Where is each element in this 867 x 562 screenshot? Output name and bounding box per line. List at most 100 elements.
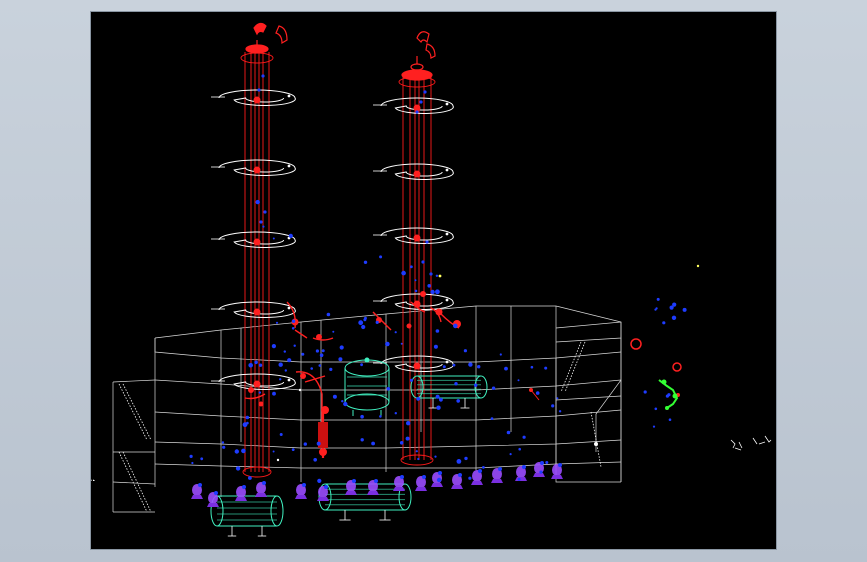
instrument-dot bbox=[259, 220, 263, 224]
small-text-markers bbox=[730, 435, 772, 451]
cad-viewport[interactable]: ·· ······ bbox=[91, 12, 776, 549]
tower-1-base bbox=[242, 466, 272, 478]
instrument-dot bbox=[490, 417, 494, 420]
instrument-dot bbox=[321, 349, 325, 353]
instrument-dot bbox=[415, 450, 418, 453]
instrument-dot bbox=[506, 430, 511, 435]
spiral-platform-t2-4 bbox=[373, 293, 454, 310]
instrument-dot bbox=[442, 365, 446, 369]
instrument-dot bbox=[504, 366, 508, 371]
instrument-dot bbox=[343, 401, 348, 407]
instrument-dot bbox=[341, 400, 344, 403]
pump-6 bbox=[317, 485, 329, 501]
pump-5 bbox=[295, 483, 307, 499]
instrument-dot bbox=[257, 88, 261, 92]
instrument-dot bbox=[400, 342, 403, 345]
instrument-dot bbox=[261, 74, 265, 78]
instrument-dot bbox=[293, 344, 296, 347]
instrument-dot bbox=[682, 307, 687, 312]
instrument-dot bbox=[241, 448, 246, 454]
instrument-dot bbox=[517, 477, 521, 481]
tower-2-top-cap bbox=[401, 69, 433, 81]
instrument-dot bbox=[439, 397, 443, 402]
spiral-platform-t1-4 bbox=[211, 301, 296, 318]
pump-1 bbox=[191, 483, 203, 499]
tower-group bbox=[240, 52, 436, 478]
instrument-dot bbox=[318, 364, 322, 367]
instrument-dot bbox=[291, 319, 296, 323]
instrument-dot bbox=[385, 341, 390, 347]
tower-1-elbow-b bbox=[275, 25, 288, 45]
instrument-dot bbox=[360, 438, 364, 442]
instrument-dot bbox=[435, 329, 440, 333]
instrument-dot bbox=[518, 447, 521, 451]
instrument-dot bbox=[545, 461, 549, 464]
instrument-dot bbox=[671, 315, 677, 320]
instrument-dot bbox=[363, 260, 368, 264]
instrument-dot bbox=[551, 404, 555, 408]
spiral-platform-t2-2 bbox=[373, 163, 454, 180]
instrument-dot bbox=[263, 210, 267, 214]
instrument-dot bbox=[360, 414, 364, 419]
instrument-dot bbox=[427, 284, 432, 288]
instrument-dot bbox=[271, 344, 276, 349]
instrument-dot bbox=[371, 441, 375, 446]
instrument-dot bbox=[399, 441, 404, 445]
instrument-dot bbox=[416, 397, 421, 401]
instrument-dot bbox=[287, 358, 292, 363]
instrument-dot bbox=[421, 260, 425, 264]
instrument-dot bbox=[272, 391, 276, 396]
instrument-dot bbox=[235, 466, 241, 471]
horizontal-tank-group bbox=[210, 375, 488, 537]
instrument-dot bbox=[453, 323, 458, 329]
pump-17 bbox=[551, 463, 563, 479]
instrument-dot bbox=[539, 470, 543, 474]
instrument-dot bbox=[262, 225, 265, 228]
instrument-dot bbox=[191, 461, 194, 465]
instrument-dot bbox=[361, 324, 366, 330]
instrument-dot bbox=[332, 330, 335, 333]
instrument-dot bbox=[315, 349, 319, 353]
tower-top-fittings bbox=[245, 22, 436, 81]
instrument-dot bbox=[248, 476, 252, 480]
instrument-dot bbox=[316, 441, 321, 446]
instrument-dot bbox=[317, 478, 322, 483]
instrument-dot bbox=[668, 418, 672, 422]
pump-13 bbox=[471, 469, 483, 485]
instrument-dot bbox=[530, 365, 534, 369]
horizontal-tank-1 bbox=[210, 495, 284, 537]
spiral-platform-t1-5 bbox=[211, 373, 296, 390]
instrument-dot bbox=[200, 457, 204, 461]
instrument-dot bbox=[326, 312, 331, 317]
instrument-dot bbox=[468, 362, 473, 367]
instrument-dot bbox=[435, 394, 440, 399]
instrument-dot bbox=[417, 457, 420, 461]
instrument-dot bbox=[517, 379, 520, 382]
instrument-dot bbox=[275, 321, 279, 324]
instrument-dot bbox=[652, 425, 656, 428]
instrument-dot bbox=[358, 320, 364, 326]
loose-fittings-right bbox=[630, 338, 682, 410]
instrument-dot bbox=[254, 360, 258, 365]
instrument-dot bbox=[544, 366, 548, 370]
wireframe-scene: ·· ······ bbox=[91, 22, 772, 537]
instrument-dot bbox=[360, 363, 363, 367]
vertical-tank bbox=[344, 357, 390, 416]
instrument-dot bbox=[655, 307, 658, 310]
instrument-dot bbox=[434, 455, 437, 458]
left-margin-label-glyphs: ·· ······ bbox=[91, 477, 95, 482]
instrument-dot bbox=[338, 357, 343, 362]
pump-15 bbox=[515, 465, 527, 481]
instrument-dot bbox=[662, 321, 666, 325]
instrument-dot bbox=[430, 289, 435, 295]
instrument-dot bbox=[482, 466, 485, 469]
instrument-dot bbox=[386, 387, 391, 391]
instrument-dot bbox=[477, 365, 481, 369]
pump-16 bbox=[533, 461, 545, 477]
spiral-platform-t2-1 bbox=[373, 97, 454, 114]
instrument-dot bbox=[221, 441, 225, 444]
instrument-dot bbox=[279, 378, 282, 381]
pump-10 bbox=[415, 475, 427, 491]
screenshot-stage: ·· ······ bbox=[0, 0, 867, 562]
instrument-dot bbox=[414, 289, 418, 293]
